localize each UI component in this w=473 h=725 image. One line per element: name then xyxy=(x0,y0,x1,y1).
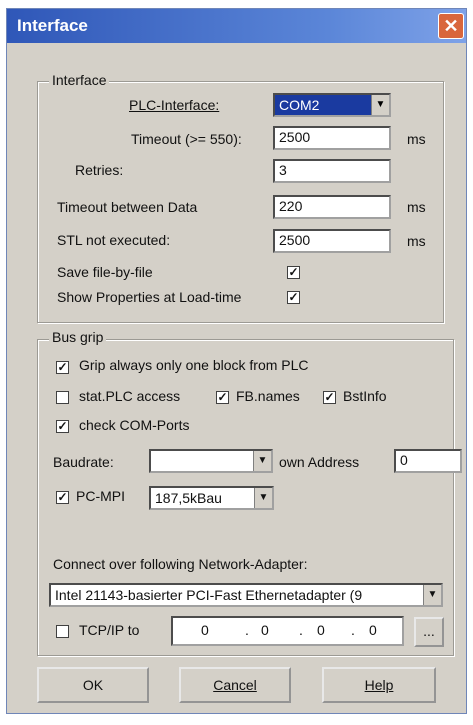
plc-interface-value: COM2 xyxy=(279,97,320,113)
interface-group-legend: Interface xyxy=(49,72,110,88)
check-com-checkbox[interactable]: ✓ xyxy=(56,420,69,433)
check-icon: ✓ xyxy=(288,290,299,304)
fb-names-checkbox[interactable]: ✓ xyxy=(216,391,229,404)
baudrate-label: Baudrate: xyxy=(53,454,114,470)
own-address-input[interactable]: 0 xyxy=(394,449,462,473)
timeout-between-unit: ms xyxy=(407,199,426,215)
tcp-ip-checkbox[interactable] xyxy=(56,625,69,638)
save-file-checkbox[interactable]: ✓ xyxy=(287,266,300,279)
ip-octet-3[interactable]: 0 xyxy=(317,622,325,638)
chevron-down-icon[interactable]: ▼ xyxy=(423,585,441,605)
stl-label: STL not executed: xyxy=(57,232,171,248)
pc-mpi-checkbox[interactable]: ✓ xyxy=(56,491,69,504)
ip-dot-3: . xyxy=(351,622,355,638)
timeout-input[interactable]: 2500 xyxy=(273,126,391,150)
timeout-between-label: Timeout between Data xyxy=(57,199,198,215)
close-icon: ✕ xyxy=(443,16,459,36)
bst-info-checkbox[interactable]: ✓ xyxy=(323,391,336,404)
cancel-label: Cancel xyxy=(213,677,257,693)
pc-mpi-select[interactable]: 187,5kBau ▼ xyxy=(149,486,274,510)
pc-mpi-label: PC-MPI xyxy=(76,488,125,504)
grip-checkbox[interactable]: ✓ xyxy=(56,361,69,374)
chevron-down-icon[interactable]: ▼ xyxy=(254,488,272,508)
network-adapter-label: Connect over following Network-Adapter: xyxy=(53,556,308,572)
cancel-button[interactable]: Cancel xyxy=(179,667,291,703)
save-file-label: Save file-by-file xyxy=(57,264,153,280)
baudrate-select[interactable]: ▼ xyxy=(149,449,273,473)
bus-grip-legend: Bus grip xyxy=(49,329,107,345)
check-icon: ✓ xyxy=(217,390,228,404)
ip-browse-button[interactable]: ... xyxy=(414,617,444,647)
grip-label: Grip always only one block from PLC xyxy=(79,357,309,373)
check-com-label: check COM-Ports xyxy=(79,417,190,433)
check-icon: ✓ xyxy=(324,390,335,404)
stat-plc-checkbox[interactable] xyxy=(56,391,69,404)
show-props-checkbox[interactable]: ✓ xyxy=(287,291,300,304)
timeout-between-input[interactable]: 220 xyxy=(273,195,391,219)
fb-names-label: FB.names xyxy=(236,388,300,404)
own-address-label: own Address xyxy=(279,454,360,470)
timeout-unit: ms xyxy=(407,131,426,147)
check-icon: ✓ xyxy=(288,265,299,279)
pc-mpi-value: 187,5kBau xyxy=(155,490,222,506)
chevron-down-icon[interactable]: ▼ xyxy=(253,451,271,471)
help-label: Help xyxy=(364,677,394,693)
window-title: Interface xyxy=(17,16,88,35)
bst-info-label: BstInfo xyxy=(343,388,387,404)
plc-interface-label: PLC-Interface: xyxy=(129,97,220,113)
close-button[interactable]: ✕ xyxy=(438,13,464,39)
timeout-label: Timeout (>= 550): xyxy=(131,131,242,147)
help-button[interactable]: Help xyxy=(322,667,436,703)
check-icon: ✓ xyxy=(57,419,68,433)
network-adapter-select[interactable]: Intel 21143-basierter PCI-Fast Etherneta… xyxy=(49,583,443,607)
interface-dialog: Interface ✕ Interface PLC-Interface: COM… xyxy=(6,8,467,714)
stl-unit: ms xyxy=(407,233,426,249)
retries-input[interactable]: 3 xyxy=(273,159,391,183)
retries-label: Retries: xyxy=(75,162,124,178)
check-icon: ✓ xyxy=(57,360,68,374)
chevron-down-icon[interactable]: ▼ xyxy=(371,95,389,115)
ip-octet-4[interactable]: 0 xyxy=(369,622,377,638)
ip-octet-2[interactable]: 0 xyxy=(261,622,269,638)
stat-plc-label: stat.PLC access xyxy=(79,388,181,404)
plc-interface-select[interactable]: COM2 ▼ xyxy=(273,93,391,117)
stl-input[interactable]: 2500 xyxy=(273,229,391,253)
ok-button[interactable]: OK xyxy=(37,667,149,703)
tcp-ip-label: TCP/IP to xyxy=(79,622,140,638)
ip-dot-1: . xyxy=(245,622,249,638)
check-icon: ✓ xyxy=(57,490,68,504)
network-adapter-value: Intel 21143-basierter PCI-Fast Etherneta… xyxy=(55,587,363,603)
ip-address-field[interactable]: 0 . 0 . 0 . 0 xyxy=(171,616,404,646)
show-props-label: Show Properties at Load-time xyxy=(57,289,242,305)
ip-octet-1[interactable]: 0 xyxy=(201,622,209,638)
title-bar[interactable]: Interface ✕ xyxy=(7,9,466,43)
ip-dot-2: . xyxy=(299,622,303,638)
